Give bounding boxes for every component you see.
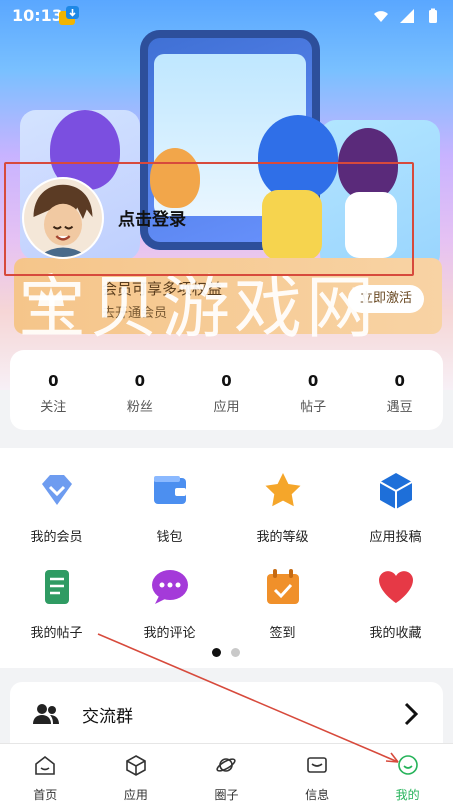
tab-apps[interactable]: 应用 bbox=[91, 744, 182, 806]
feature-label: 应用投稿 bbox=[369, 530, 422, 545]
features-panel: 我的会员 钱包 我的等级 应用投稿 我的帖子 我的评论 签到 我的收藏 bbox=[0, 448, 453, 668]
page-dot-active[interactable] bbox=[212, 648, 221, 657]
stat-label: 遇豆 bbox=[386, 400, 413, 415]
page-dot[interactable] bbox=[231, 648, 240, 657]
home-icon bbox=[35, 755, 56, 775]
signal-icon bbox=[400, 9, 414, 23]
wifi-icon bbox=[374, 11, 388, 22]
star-icon bbox=[265, 473, 300, 507]
people-icon bbox=[33, 704, 59, 724]
feature-level[interactable]: 我的等级 bbox=[226, 470, 339, 545]
tab-circles[interactable]: 圈子 bbox=[181, 744, 272, 806]
stat-following[interactable]: 0 关注 bbox=[10, 350, 97, 430]
heart-icon bbox=[378, 571, 413, 603]
feature-label: 我的等级 bbox=[256, 530, 309, 545]
tab-messages[interactable]: 信息 bbox=[272, 744, 363, 806]
stat-value: 0 bbox=[307, 372, 319, 390]
tab-home[interactable]: 首页 bbox=[0, 744, 91, 806]
message-icon bbox=[307, 757, 327, 773]
feature-label: 我的帖子 bbox=[30, 626, 83, 641]
stat-value: 0 bbox=[48, 372, 59, 390]
battery-icon bbox=[429, 8, 437, 23]
stat-value: 0 bbox=[134, 372, 146, 390]
box-icon bbox=[126, 755, 146, 776]
tab-label: 应用 bbox=[123, 788, 148, 802]
feature-label: 我的评论 bbox=[143, 626, 196, 641]
planet-icon bbox=[216, 758, 237, 772]
feature-label: 我的收藏 bbox=[369, 626, 422, 641]
annotation-highlight-box bbox=[4, 162, 414, 276]
tab-label: 信息 bbox=[305, 788, 330, 802]
stat-label: 粉丝 bbox=[126, 400, 153, 415]
feature-favorites[interactable]: 我的收藏 bbox=[339, 566, 452, 641]
stat-apps[interactable]: 0 应用 bbox=[183, 350, 270, 430]
feature-wallet[interactable]: 钱包 bbox=[113, 470, 226, 545]
stat-value: 0 bbox=[394, 372, 405, 390]
scroll-icon bbox=[44, 570, 69, 604]
cube-icon bbox=[379, 473, 412, 509]
feature-my-posts[interactable]: 我的帖子 bbox=[0, 566, 113, 641]
diamond-icon bbox=[41, 475, 72, 505]
group-chat-row[interactable]: 交流群 bbox=[10, 682, 443, 746]
feature-membership[interactable]: 我的会员 bbox=[0, 470, 113, 545]
calendar-check-icon bbox=[266, 569, 299, 604]
feature-submit-app[interactable]: 应用投稿 bbox=[339, 470, 452, 545]
tab-label: 首页 bbox=[33, 788, 58, 802]
download-notification-icon bbox=[59, 6, 79, 25]
feature-my-comments[interactable]: 我的评论 bbox=[113, 566, 226, 641]
stat-posts[interactable]: 0 帖子 bbox=[270, 350, 357, 430]
tab-label: 圈子 bbox=[214, 788, 239, 802]
stat-followers[interactable]: 0 粉丝 bbox=[97, 350, 184, 430]
stat-value: 0 bbox=[221, 372, 232, 390]
wallet-icon bbox=[153, 476, 186, 504]
feature-label: 我的会员 bbox=[30, 530, 83, 545]
tab-mine[interactable]: 我的 bbox=[362, 744, 453, 806]
stat-label: 帖子 bbox=[300, 400, 327, 415]
chevron-right-icon bbox=[404, 702, 419, 726]
group-label: 交流群 bbox=[82, 706, 133, 727]
status-time: 10:13 bbox=[12, 6, 63, 25]
stat-label: 应用 bbox=[213, 400, 240, 415]
feature-label: 钱包 bbox=[156, 530, 183, 545]
stat-label: 关注 bbox=[40, 400, 67, 415]
bottom-tab-bar: 首页 应用 圈子 信息 我的 bbox=[0, 743, 453, 806]
tab-label: 我的 bbox=[395, 788, 420, 802]
status-bar: 10:13 bbox=[0, 0, 453, 32]
feature-label: 签到 bbox=[269, 626, 296, 641]
feature-check-in[interactable]: 签到 bbox=[226, 566, 339, 641]
stats-card: 0 关注 0 粉丝 0 应用 0 帖子 0 遇豆 bbox=[10, 350, 443, 430]
page-indicator bbox=[212, 648, 240, 657]
chat-bubble-icon bbox=[151, 570, 188, 604]
stat-beans[interactable]: 0 遇豆 bbox=[356, 350, 443, 430]
smile-icon bbox=[397, 755, 418, 775]
